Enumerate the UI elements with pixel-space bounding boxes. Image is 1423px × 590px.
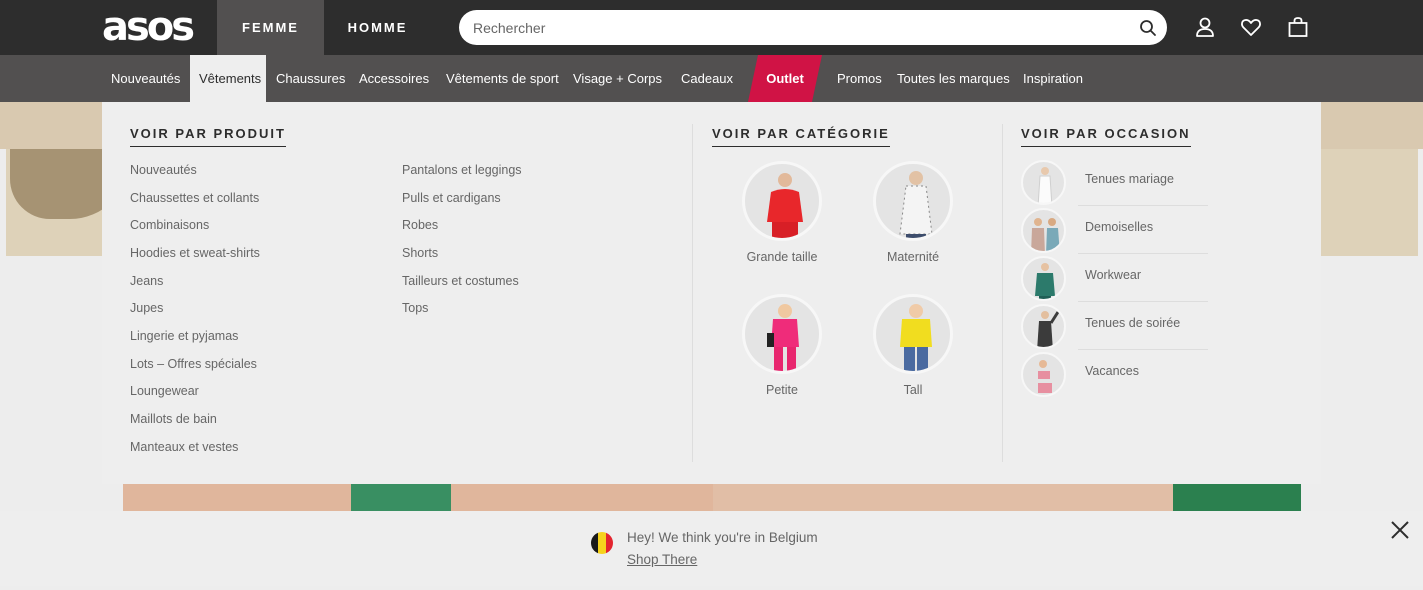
geo-notice-bar: Hey! We think you're in Belgium Shop The… bbox=[0, 511, 1423, 586]
category-maternite[interactable]: Maternité bbox=[853, 161, 973, 264]
geo-message: Hey! We think you're in Belgium bbox=[627, 530, 818, 545]
close-icon[interactable] bbox=[1389, 519, 1411, 541]
account-icon[interactable] bbox=[1193, 15, 1217, 39]
nav-outlet[interactable]: Outlet bbox=[748, 55, 822, 102]
column-divider bbox=[692, 124, 693, 462]
product-link[interactable]: Manteaux et vestes bbox=[130, 440, 238, 454]
product-link[interactable]: Loungewear bbox=[130, 384, 199, 398]
model-photo bbox=[1037, 311, 1060, 347]
occasion-label: Demoiselles bbox=[1085, 220, 1154, 234]
product-link[interactable]: Combinaisons bbox=[130, 218, 209, 232]
occasion-tenues-de-soiree[interactable]: Tenues de soirée bbox=[1021, 302, 1208, 350]
product-link[interactable]: Lots – Offres spéciales bbox=[130, 357, 257, 371]
model-photo bbox=[767, 173, 803, 238]
search-icon[interactable] bbox=[1139, 19, 1157, 37]
flag-stripe-yellow bbox=[598, 532, 606, 554]
occasion-image bbox=[1021, 352, 1066, 397]
category-tall[interactable]: Tall bbox=[853, 294, 973, 397]
nav-vetements-de-sport[interactable]: Vêtements de sport bbox=[446, 55, 559, 102]
product-link[interactable]: Robes bbox=[402, 218, 438, 232]
section-title-categorie: VOIR PAR CATÉGORIE bbox=[712, 126, 890, 147]
nav-visage-corps[interactable]: Visage + Corps bbox=[573, 55, 662, 102]
product-link[interactable]: Pantalons et leggings bbox=[402, 163, 522, 177]
product-link[interactable]: Maillots de bain bbox=[130, 412, 217, 426]
product-link[interactable]: Shorts bbox=[402, 246, 438, 260]
category-label: Petite bbox=[766, 383, 798, 397]
heart-icon[interactable] bbox=[1239, 15, 1263, 39]
category-image bbox=[742, 161, 822, 241]
nav-vetements[interactable]: Vêtements bbox=[190, 55, 266, 102]
occasion-label: Tenues de soirée bbox=[1085, 316, 1181, 330]
category-label: Maternité bbox=[886, 250, 940, 264]
occasion-label: Tenues mariage bbox=[1085, 172, 1174, 186]
occasion-image bbox=[1021, 304, 1066, 349]
occasion-vacances[interactable]: Vacances bbox=[1021, 350, 1208, 398]
section-title-occasion: VOIR PAR OCCASION bbox=[1021, 126, 1191, 147]
occasion-demoiselles[interactable]: Demoiselles bbox=[1021, 206, 1208, 254]
flag-stripe-red bbox=[605, 532, 613, 554]
category-grande-taille[interactable]: Grande taille bbox=[722, 161, 842, 264]
occasion-label: Workwear bbox=[1085, 268, 1142, 282]
category-image bbox=[742, 294, 822, 374]
flag-stripe-black bbox=[591, 532, 599, 554]
category-petite[interactable]: Petite bbox=[722, 294, 842, 397]
model-photo bbox=[1035, 263, 1055, 299]
belgium-flag-icon bbox=[591, 532, 613, 554]
tab-femme[interactable]: FEMME bbox=[217, 0, 324, 55]
product-link[interactable]: Tailleurs et costumes bbox=[402, 274, 519, 288]
occasion-image bbox=[1021, 256, 1066, 301]
category-image bbox=[873, 161, 953, 241]
section-title-produit: VOIR PAR PRODUIT bbox=[130, 126, 286, 147]
category-label: Grande taille bbox=[746, 250, 818, 264]
nav-cadeaux[interactable]: Cadeaux bbox=[681, 55, 733, 102]
model-photo bbox=[900, 304, 932, 371]
nav-nouveautes[interactable]: Nouveautés bbox=[111, 55, 180, 102]
shop-there-link[interactable]: Shop There bbox=[627, 552, 697, 567]
nav-toutes-les-marques[interactable]: Toutes les marques bbox=[897, 55, 1010, 102]
product-link[interactable]: Lingerie et pyjamas bbox=[130, 329, 238, 343]
bag-icon[interactable] bbox=[1286, 15, 1310, 39]
category-label: Tall bbox=[903, 383, 923, 397]
mega-menu: VOIR PAR PRODUIT Nouveautés Chaussettes … bbox=[102, 102, 1321, 484]
asos-logo[interactable]: asos bbox=[102, 7, 195, 47]
nav-chaussures[interactable]: Chaussures bbox=[276, 55, 345, 102]
search-bar bbox=[459, 10, 1167, 45]
top-header: asos FEMME HOMME bbox=[0, 0, 1423, 55]
category-nav: Nouveautés Vêtements Chaussures Accessoi… bbox=[0, 55, 1423, 102]
nav-accessoires[interactable]: Accessoires bbox=[359, 55, 429, 102]
product-link[interactable]: Tops bbox=[402, 301, 428, 315]
tab-homme[interactable]: HOMME bbox=[324, 0, 431, 55]
occasion-workwear[interactable]: Workwear bbox=[1021, 254, 1208, 302]
category-image bbox=[873, 294, 953, 374]
model-photo bbox=[1037, 167, 1053, 203]
nav-inspiration[interactable]: Inspiration bbox=[1023, 55, 1083, 102]
nav-promos[interactable]: Promos bbox=[837, 55, 882, 102]
column-divider bbox=[1002, 124, 1003, 462]
model-photo bbox=[1031, 218, 1060, 251]
occasion-image bbox=[1021, 208, 1066, 253]
product-link[interactable]: Jeans bbox=[130, 274, 163, 288]
occasion-label: Vacances bbox=[1085, 364, 1139, 378]
model-photo bbox=[767, 304, 799, 371]
product-link[interactable]: Nouveautés bbox=[130, 163, 197, 177]
occasion-tenues-mariage[interactable]: Tenues mariage bbox=[1021, 158, 1208, 206]
occasion-image bbox=[1021, 160, 1066, 205]
model-photo bbox=[899, 171, 933, 238]
product-link[interactable]: Jupes bbox=[130, 301, 163, 315]
product-link[interactable]: Chaussettes et collants bbox=[130, 191, 259, 205]
product-link[interactable]: Hoodies et sweat-shirts bbox=[130, 246, 260, 260]
model-photo bbox=[1038, 360, 1052, 393]
product-link[interactable]: Pulls et cardigans bbox=[402, 191, 501, 205]
search-input[interactable] bbox=[473, 10, 1113, 45]
